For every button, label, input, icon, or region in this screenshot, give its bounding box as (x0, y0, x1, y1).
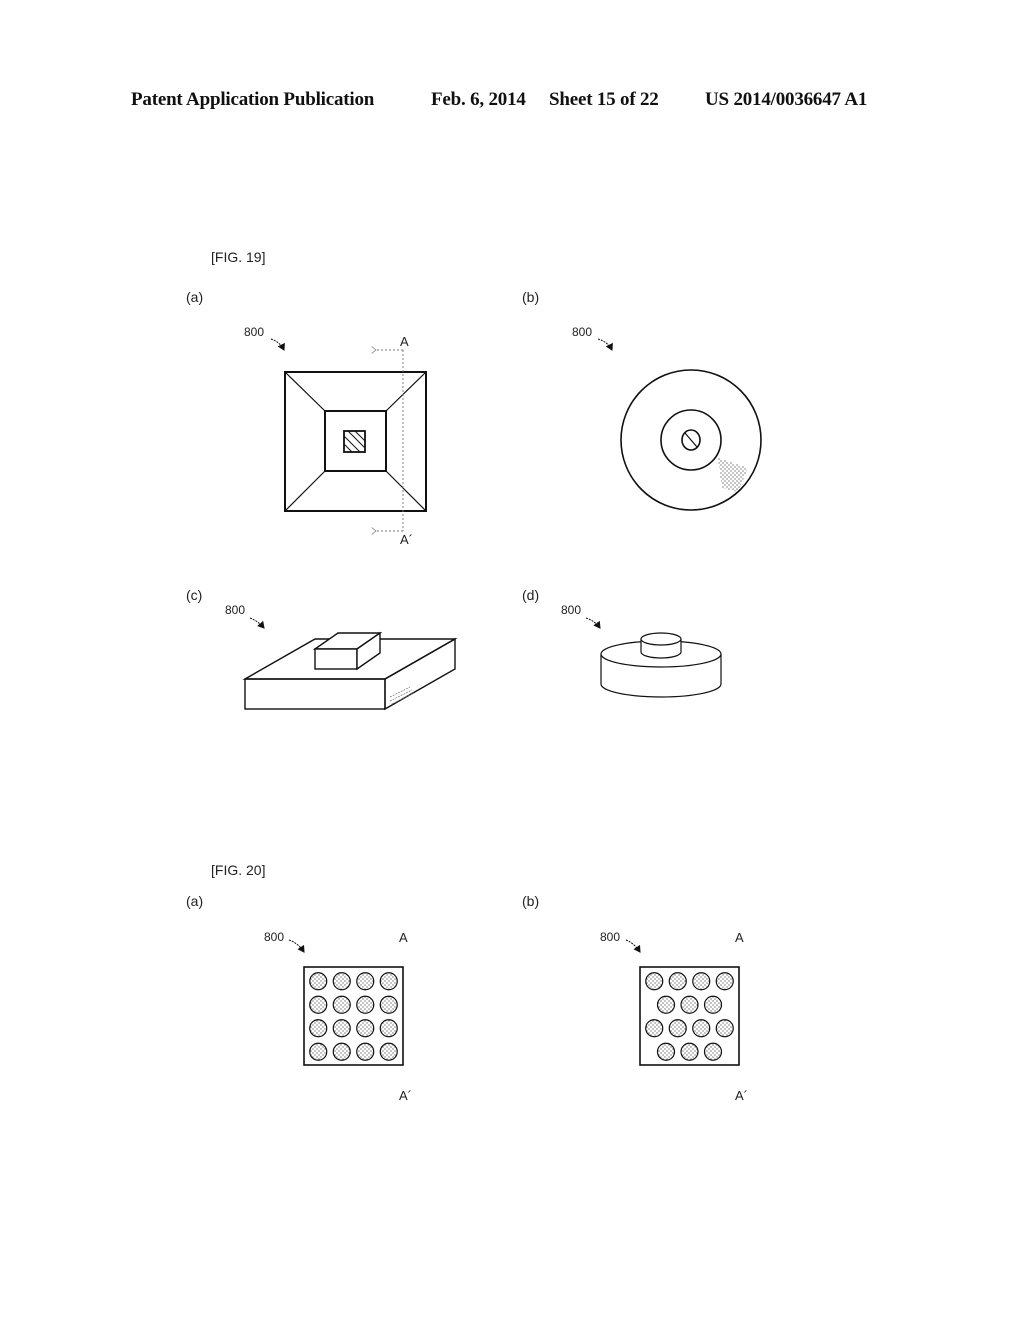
dotted-circle (379, 1042, 398, 1061)
dotted-circle (332, 995, 351, 1014)
dotted-circle (309, 995, 328, 1014)
dotted-circle (703, 1042, 723, 1061)
fig20a-leader-arrow (288, 939, 305, 953)
fig20b-leader-arrow (625, 939, 641, 953)
dotted-circle (715, 972, 734, 991)
dotted-circle (715, 1019, 734, 1038)
dotted-circle (668, 972, 687, 991)
dotted-circle (680, 1042, 699, 1061)
dotted-circle (656, 1042, 676, 1061)
fig19b-circular-top-view (597, 338, 762, 511)
dotted-circle (692, 972, 711, 991)
dotted-circle (356, 995, 375, 1014)
fig19d-cylinder-perspective (585, 617, 722, 698)
fig19a-pyramid-top-view (270, 338, 427, 531)
dotted-circle (309, 1042, 328, 1061)
dotted-circle (309, 1019, 328, 1038)
dotted-circle (656, 995, 676, 1014)
dotted-circle (668, 1019, 687, 1038)
dotted-circle (332, 1019, 351, 1038)
hatched-center (343, 430, 366, 453)
dotted-circle (379, 1019, 398, 1038)
fig19c-block-perspective (242, 617, 458, 711)
fig19b-leader-arrow (597, 338, 613, 351)
dotted-circle (645, 1019, 664, 1038)
fig19d-leader-arrow (585, 617, 601, 629)
circle-array (645, 972, 734, 1061)
dotted-circle (332, 1042, 351, 1061)
circle-array (309, 972, 398, 1061)
dotted-circle (356, 972, 375, 991)
patent-drawings (242, 338, 762, 1066)
dotted-circle (703, 995, 723, 1014)
fig19a-leader-arrow (270, 338, 285, 351)
dotted-circle (356, 1019, 375, 1038)
fig20b-staggered-array (625, 939, 740, 1066)
fig19c-leader-arrow (249, 617, 265, 629)
hatch-marks (389, 686, 415, 705)
fig20a-grid-array (288, 939, 404, 1066)
dotted-circle (645, 972, 664, 991)
dotted-circle (680, 995, 699, 1014)
dotted-circle (356, 1042, 375, 1061)
inner-square (324, 410, 387, 472)
dotted-circle (309, 972, 328, 991)
dotted-circle (379, 972, 398, 991)
dotted-circle (692, 1019, 711, 1038)
dotted-circle (379, 995, 398, 1014)
dotted-circle (332, 972, 351, 991)
